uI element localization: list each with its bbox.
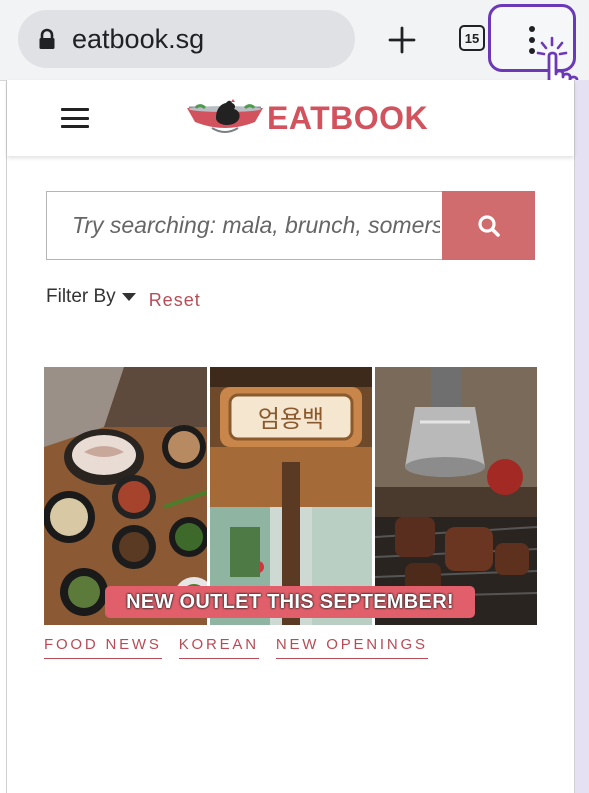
image-banner: NEW OUTLET THIS SEPTEMBER! <box>105 586 475 618</box>
reset-link[interactable]: Reset <box>149 290 201 311</box>
tag-new-openings[interactable]: NEW OPENINGS <box>275 636 428 659</box>
browser-toolbar: eatbook.sg 15 <box>0 0 589 114</box>
article-tags: FOOD NEWS KOREAN NEW OPENINGS <box>44 636 445 659</box>
hamburger-menu-icon[interactable] <box>61 108 89 128</box>
filter-by-toggle[interactable]: Filter By <box>46 286 116 308</box>
address-bar[interactable]: eatbook.sg <box>18 10 355 68</box>
background-strip <box>574 80 589 793</box>
url-text: eatbook.sg <box>72 23 205 54</box>
search-box <box>46 191 443 260</box>
tag-korean[interactable]: KOREAN <box>178 636 259 659</box>
search-icon <box>477 214 500 237</box>
rooster-bowl-icon <box>187 99 263 133</box>
caret-down-icon[interactable] <box>121 292 137 302</box>
search-button[interactable] <box>442 191 535 260</box>
tab-switcher-button[interactable]: 15 <box>459 25 485 51</box>
logo-text: EATBOOK <box>267 99 429 136</box>
site-header: EATBOOK <box>7 80 574 156</box>
tab-count: 15 <box>464 30 480 46</box>
eatbook-page: EATBOOK Filter By Reset <box>6 80 575 793</box>
lock-icon <box>39 28 55 49</box>
plus-icon[interactable] <box>386 24 418 56</box>
search-input[interactable] <box>70 211 442 240</box>
tag-food-news[interactable]: FOOD NEWS <box>44 636 162 659</box>
filter-row: Filter By Reset <box>46 286 201 311</box>
eatbook-logo[interactable]: EATBOOK <box>185 94 428 142</box>
signboard-text: 엄용백 <box>258 405 324 433</box>
article-image[interactable]: 엄용백 NEW OUTLET THIS SEPTEMBER! <box>44 367 537 625</box>
